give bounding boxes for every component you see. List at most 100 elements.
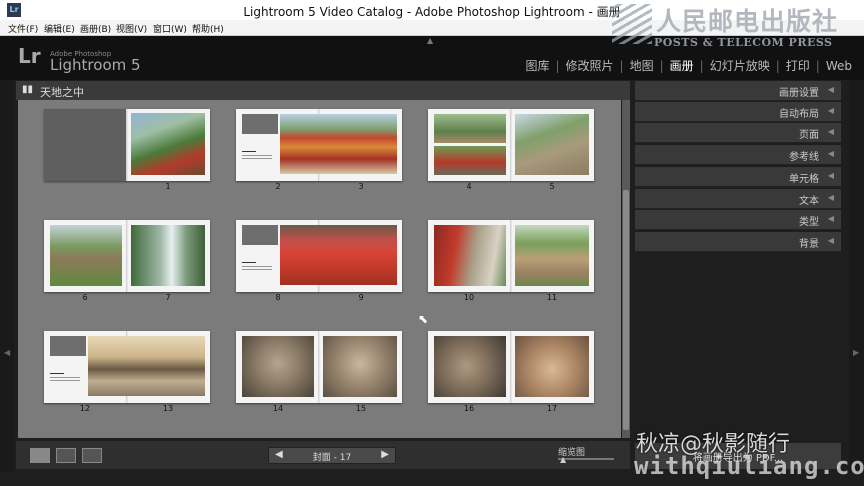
module-slideshow[interactable]: 幻灯片放映 [704, 57, 776, 74]
menu-window[interactable]: 窗口(W) [153, 22, 187, 35]
photo-seated-buddha[interactable] [515, 336, 589, 397]
toolbar: ◀ 封面 - 17 ▶ 缩览图 ▲ [16, 441, 630, 469]
menu-view[interactable]: 视图(V) [116, 22, 147, 35]
page-number: 10 [463, 293, 475, 302]
next-page-icon[interactable]: ▶ [381, 449, 389, 460]
zoom-slider[interactable] [558, 458, 614, 460]
page-number: 14 [272, 404, 284, 413]
panel-type[interactable]: 类型 ◀ [635, 210, 841, 230]
photo-red-building[interactable] [434, 225, 506, 286]
panel-cell[interactable]: 单元格 ◀ [635, 167, 841, 187]
page-number: 4 [466, 182, 472, 191]
page-number: 11 [546, 293, 558, 302]
photo-pagoda-forest[interactable] [515, 225, 589, 286]
panel-collapse-icon: ◀ [827, 149, 834, 158]
filmstrip-icon: ▮▮ [22, 84, 34, 95]
module-map[interactable]: 地图 [624, 57, 660, 74]
menu-book[interactable]: 画册(B) [80, 22, 111, 35]
text-placeholder [242, 114, 278, 134]
canvas-scrollbar[interactable] [622, 100, 630, 438]
spread-8-9[interactable] [236, 220, 402, 292]
panel-collapse-icon: ◀ [827, 85, 834, 94]
identity-plate-name: Lightroom 5 [50, 56, 141, 74]
page-number: 1 [165, 182, 171, 191]
text-placeholder [242, 225, 278, 245]
photo-red-hall[interactable] [434, 146, 506, 175]
page-indicator: 封面 - 17 [312, 453, 352, 463]
page-number: 15 [355, 404, 367, 413]
photo-cave-carvings[interactable] [434, 336, 506, 397]
panel-collapse-icon: ◀ [827, 214, 834, 223]
photo-buddha-face[interactable] [242, 336, 314, 397]
page-navigator: ◀ 封面 - 17 ▶ [268, 447, 396, 464]
page-number: 3 [358, 182, 364, 191]
photo-courtyard-trees[interactable] [434, 114, 506, 143]
spread-cover[interactable] [44, 109, 210, 181]
left-panel-edge[interactable]: ◀ [0, 80, 14, 472]
right-panel-edge[interactable]: ▶ [849, 80, 864, 472]
export-pdf-button[interactable]: 将画册导出为 PDF... [635, 443, 841, 469]
spread-6-7[interactable] [44, 220, 210, 292]
page-number: 8 [275, 293, 281, 302]
photo-pagoda-path[interactable] [50, 225, 122, 286]
panel-auto-layout[interactable]: 自动布局 ◀ [635, 102, 841, 122]
left-panel-toggle-icon[interactable]: ◀ [4, 348, 10, 357]
module-library[interactable]: 图库 [519, 57, 555, 74]
panel-collapse-icon: ◀ [827, 236, 834, 245]
module-print[interactable]: 打印 [780, 57, 816, 74]
photo-shaolin-gate[interactable] [280, 225, 397, 285]
panel-text[interactable]: 文本 ◀ [635, 189, 841, 209]
menu-edit[interactable]: 编辑(E) [44, 22, 75, 35]
right-panel-toggle-icon[interactable]: ▶ [853, 348, 859, 357]
panel-book-settings[interactable]: 画册设置 ◀ [635, 81, 841, 101]
photo-stone-platform[interactable] [515, 114, 589, 175]
page-number: 2 [275, 182, 281, 191]
spread-14-15[interactable] [236, 331, 402, 403]
module-picker: 图库 | 修改照片 | 地图 | 画册 | 幻灯片放映 | 打印 | Web [519, 57, 858, 73]
book-canvas: 1 2 3 4 5 6 7 8 9 10 11 12 13 14 15 16 1… [18, 100, 621, 438]
module-book[interactable]: 画册 [664, 57, 700, 74]
page-number: 6 [82, 293, 88, 302]
menu-bar: 文件(F) 编辑(E) 画册(B) 视图(V) 窗口(W) 帮助(H) [0, 20, 864, 36]
photo-waterfall[interactable] [131, 225, 205, 286]
page-number: 17 [546, 404, 558, 413]
spread-10-11[interactable] [428, 220, 594, 292]
spread-view-icon[interactable] [56, 448, 76, 463]
page-number: 5 [549, 182, 555, 191]
photo-temple-cliff[interactable] [131, 113, 205, 175]
panel-collapse-icon: ◀ [827, 127, 834, 136]
panel-collapse-icon: ◀ [827, 106, 834, 115]
spread-12-13[interactable] [44, 331, 210, 403]
lr-logo: Lr [18, 44, 41, 68]
page-number: 7 [165, 293, 171, 302]
page-number: 9 [358, 293, 364, 302]
book-title: 天地之中 [40, 86, 84, 99]
module-develop[interactable]: 修改照片 [560, 57, 620, 74]
spread-2-3[interactable] [236, 109, 402, 181]
spread-16-17[interactable] [428, 331, 594, 403]
panel-collapse-icon: ◀ [827, 171, 834, 180]
page-number: 16 [463, 404, 475, 413]
page-number: 12 [79, 404, 91, 413]
page-number: 13 [162, 404, 174, 413]
panel-guides[interactable]: 参考线 ◀ [635, 145, 841, 165]
top-panel-toggle-icon[interactable]: ▲ [427, 36, 433, 45]
single-view-icon[interactable] [82, 448, 102, 463]
menu-file[interactable]: 文件(F) [8, 22, 38, 35]
scrollbar-thumb[interactable] [623, 190, 629, 430]
back-cover-placeholder [44, 109, 126, 181]
photo-buddha-statue[interactable] [323, 336, 397, 397]
text-placeholder [50, 336, 86, 356]
photo-temple-gate[interactable] [280, 114, 397, 174]
panel-background[interactable]: 背景 ◀ [635, 232, 841, 252]
spread-4-5[interactable] [428, 109, 594, 181]
photo-river-bridge[interactable] [88, 336, 205, 396]
panel-page[interactable]: 页面 ◀ [635, 123, 841, 143]
grid-view-icon[interactable] [30, 448, 50, 463]
book-header: ▮▮ 天地之中 [16, 81, 630, 101]
window-title: Lightroom 5 Video Catalog - Adobe Photos… [243, 5, 621, 19]
title-bar: Lr Lightroom 5 Video Catalog - Adobe Pho… [0, 0, 864, 21]
module-web[interactable]: Web [820, 59, 858, 73]
zoom-slider-knob[interactable]: ▲ [560, 455, 566, 464]
menu-help[interactable]: 帮助(H) [192, 22, 224, 35]
